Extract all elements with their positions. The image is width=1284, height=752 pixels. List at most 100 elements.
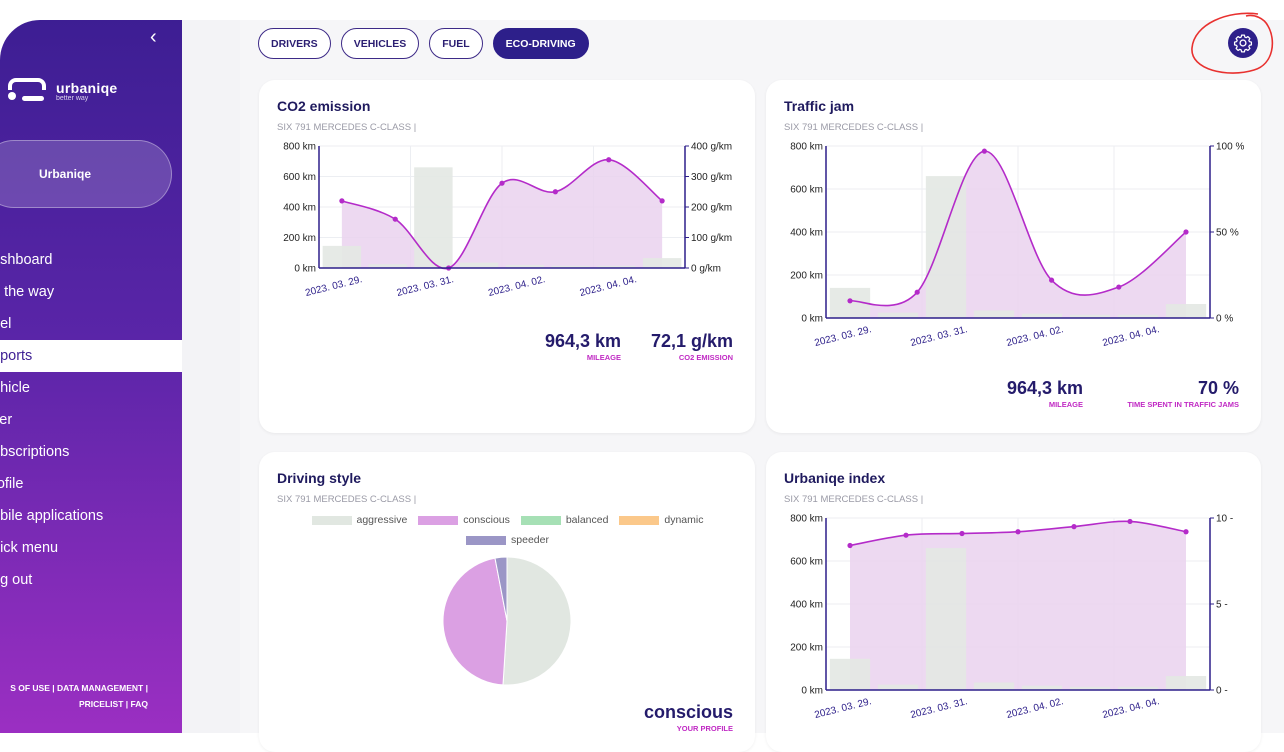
x-tick-label: 2023. 03. 31. (909, 324, 968, 349)
y-tick-label-right: 0 % (1216, 314, 1233, 325)
pie-legend-row2: speeder (259, 534, 756, 548)
y-tick-label-left: 200 km (283, 233, 316, 244)
chevron-left-icon[interactable]: ‹ (150, 26, 157, 49)
sidebar-item-subscriptions[interactable]: ubscriptions (0, 436, 182, 468)
card-title: CO2 emission (277, 98, 371, 114)
driving-style-card: Driving style SIX 791 MERCEDES C-CLASS |… (259, 452, 755, 752)
driving-style-pie (442, 556, 572, 686)
co2-emission-card: CO2 emission SIX 791 MERCEDES C-CLASS | … (259, 80, 755, 433)
y-tick-label-left: 400 km (790, 228, 823, 239)
settings-button[interactable] (1228, 28, 1258, 58)
line-point (914, 289, 920, 295)
y-tick-label-left: 0 km (801, 686, 823, 697)
y-tick-label-left: 400 km (790, 600, 823, 611)
sidebar-item-mobile-applications[interactable]: obile applications (0, 500, 182, 532)
legend-item-dynamic[interactable]: dynamic (619, 514, 703, 526)
x-tick-label: 2023. 04. 02. (487, 274, 546, 299)
line-point (1183, 529, 1189, 535)
line-point (903, 532, 909, 538)
bar (414, 167, 453, 268)
card-title: Urbaniqe index (784, 470, 886, 486)
tab-eco-driving[interactable]: ECO-DRIVING (492, 28, 589, 59)
x-tick-label: 2023. 03. 29. (813, 696, 872, 721)
bar (459, 262, 499, 268)
y-tick-label-left: 200 km (790, 643, 823, 654)
data-management-link[interactable]: DATA MANAGEMENT (57, 683, 143, 693)
y-tick-label-left: 800 km (790, 142, 823, 153)
line-point (981, 148, 987, 154)
card-subtitle: SIX 791 MERCEDES C-CLASS | (277, 494, 417, 505)
line-point (606, 157, 612, 163)
urbaniqe-index-card: Urbaniqe index SIX 791 MERCEDES C-CLASS … (766, 452, 1261, 752)
bar (925, 176, 967, 318)
y-tick-label-left: 600 km (790, 185, 823, 196)
sidebar-nav: ashboard n the way uel eports ehicle ser… (0, 244, 182, 596)
x-tick-label: 2023. 04. 04. (1101, 324, 1160, 349)
line-point (847, 542, 853, 549)
legend-item-conscious[interactable]: conscious (418, 514, 510, 526)
logo: urbaniqe better way (8, 78, 118, 104)
terms-link[interactable]: S OF USE (10, 683, 50, 693)
sidebar-item-reports[interactable]: eports (0, 340, 182, 372)
faq-link[interactable]: FAQ (131, 699, 148, 709)
y-tick-label-right: 100 % (1216, 142, 1244, 153)
line-point (552, 189, 558, 195)
sidebar-item-user[interactable]: ser (0, 404, 182, 436)
traffic-chart: 800 km 600 km 400 km 200 km 0 km 100 % 50 % 0 %… (790, 142, 1244, 350)
bar (322, 245, 362, 268)
tab-drivers[interactable]: DRIVERS (258, 28, 331, 59)
pie-legend: aggressive conscious balanced dynamic (259, 514, 756, 528)
legend-item-aggressive[interactable]: aggressive (311, 514, 407, 526)
logo-mark (8, 78, 48, 104)
sidebar-item-profile[interactable]: rofile (0, 468, 182, 500)
tab-vehicles[interactable]: VEHICLES (340, 28, 420, 59)
sidebar: ‹ urbaniqe better way Urbaniqe ashboard … (0, 20, 182, 733)
y-tick-label-left: 800 km (790, 514, 823, 525)
mileage-stat: 964,3 km MILEAGE (1006, 378, 1083, 409)
line-point (1116, 284, 1122, 290)
y-tick-label-left: 400 km (283, 203, 316, 214)
x-tick-label: 2023. 03. 31. (909, 696, 968, 721)
sidebar-item-log-out[interactable]: og out (0, 564, 182, 596)
line-point (1049, 277, 1055, 283)
sidebar-item-fuel[interactable]: uel (0, 308, 182, 340)
pricelist-link[interactable]: PRICELIST (79, 699, 123, 709)
sidebar-item-vehicle[interactable]: ehicle (0, 372, 182, 404)
sidebar-item-quick-menu[interactable]: uick menu (0, 532, 182, 564)
y-tick-label-right: 0 - (1216, 686, 1228, 697)
y-tick-label-left: 600 km (790, 557, 823, 568)
bar (642, 258, 682, 268)
y-tick-label-right: 100 g/km (691, 233, 732, 244)
line-point (659, 198, 665, 204)
legend-item-balanced[interactable]: balanced (520, 514, 608, 526)
bar (829, 658, 871, 690)
pie-slice-conscious (442, 557, 508, 686)
bar (877, 312, 919, 318)
bar (973, 310, 1015, 318)
y-tick-label-right: 50 % (1216, 228, 1239, 239)
card-title: Driving style (277, 470, 362, 486)
driving-profile-stat: conscious YOUR PROFILE (643, 702, 733, 733)
y-tick-label-right: 10 - (1216, 514, 1233, 525)
line-point (1015, 529, 1021, 535)
profile-pill[interactable]: Urbaniqe (0, 140, 172, 208)
bar (925, 548, 967, 690)
x-tick-label: 2023. 04. 02. (1005, 324, 1064, 349)
y-tick-label-right: 200 g/km (691, 203, 732, 214)
bar (973, 682, 1015, 690)
y-tick-label-left: 800 km (283, 142, 316, 153)
sidebar-item-dashboard[interactable]: ashboard (0, 244, 182, 276)
x-tick-label: 2023. 03. 29. (813, 324, 872, 349)
logo-tagline: better way (56, 95, 89, 102)
bar (1165, 676, 1207, 690)
tab-fuel[interactable]: FUEL (429, 28, 483, 59)
sidebar-item-on-the-way[interactable]: n the way (0, 276, 182, 308)
legend-item-speeder[interactable]: speeder (466, 534, 549, 546)
line-area-fill (850, 521, 1186, 690)
x-tick-label: 2023. 04. 04. (579, 274, 638, 299)
bar (1165, 304, 1207, 318)
traffic-jam-card: Traffic jam SIX 791 MERCEDES C-CLASS | 8… (766, 80, 1261, 433)
x-tick-label: 2023. 04. 04. (1101, 696, 1160, 721)
line-point (392, 216, 398, 222)
x-tick-label: 2023. 03. 29. (304, 274, 363, 299)
